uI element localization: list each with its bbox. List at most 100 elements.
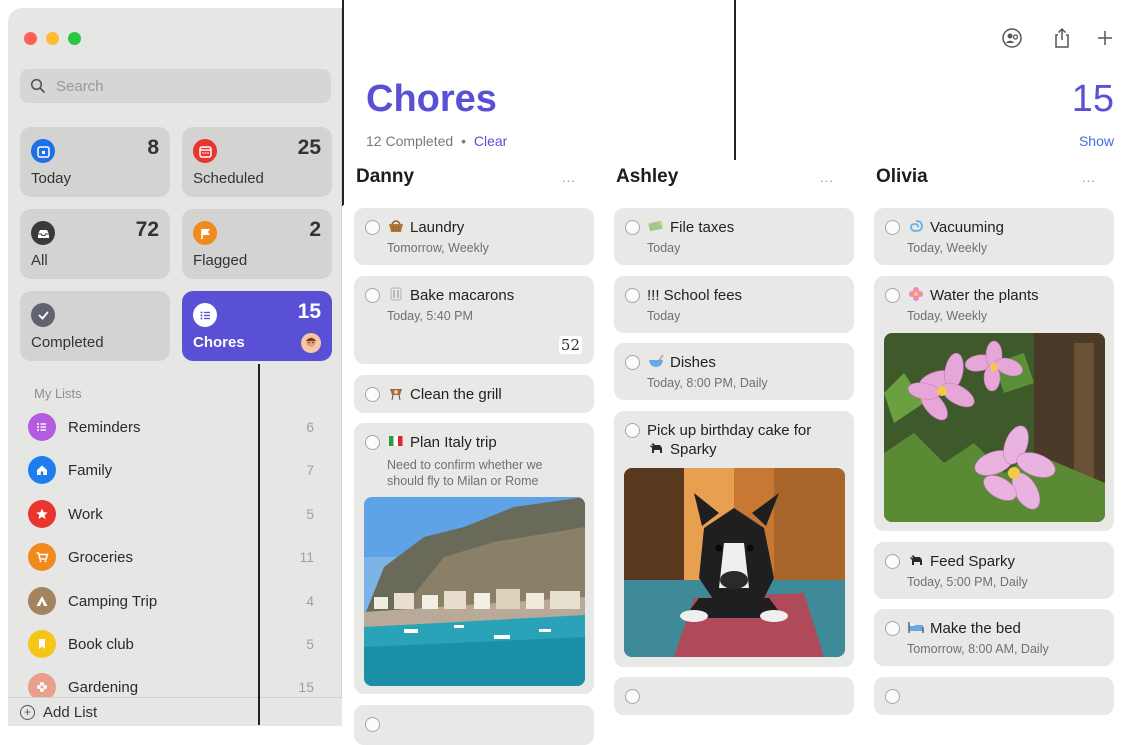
task-card[interactable]: Clean the grill bbox=[354, 375, 594, 413]
list-name: Work bbox=[68, 505, 103, 523]
task-subtitle: Today, 5:00 PM, Daily bbox=[907, 575, 1028, 589]
complete-checkbox[interactable] bbox=[885, 288, 900, 303]
complete-checkbox[interactable] bbox=[625, 288, 640, 303]
add-reminder-button[interactable] bbox=[1093, 26, 1117, 50]
my-lists-header: My Lists bbox=[34, 386, 82, 401]
task-card[interactable]: File taxes Today bbox=[614, 208, 854, 265]
smart-list-label: Completed bbox=[31, 334, 104, 351]
callout-line-sidebar bbox=[342, 0, 344, 205]
flowers-photo[interactable] bbox=[884, 333, 1105, 522]
task-note: Need to confirm whether we should fly to… bbox=[387, 458, 543, 488]
separator-dot: • bbox=[461, 133, 466, 149]
complete-checkbox[interactable] bbox=[885, 220, 900, 235]
column-more-button[interactable]: ... bbox=[1082, 170, 1096, 185]
complete-checkbox[interactable] bbox=[365, 387, 380, 402]
calendar-badge: 52 bbox=[558, 336, 582, 354]
task-card[interactable]: Laundry Tomorrow, Weekly bbox=[354, 208, 594, 265]
column-header-ashley: Ashley bbox=[616, 166, 679, 187]
share-with-people-button[interactable] bbox=[1000, 26, 1024, 50]
clear-completed-button[interactable]: Clear bbox=[474, 133, 507, 149]
smart-list-label: Today bbox=[31, 170, 72, 187]
complete-checkbox[interactable] bbox=[625, 220, 640, 235]
task-title: Plan Italy trip bbox=[410, 434, 497, 451]
list-item-reminders[interactable]: Reminders 6 bbox=[28, 409, 326, 445]
calendar-icon bbox=[31, 139, 55, 163]
task-card[interactable]: Vacuuming Today, Weekly bbox=[874, 208, 1114, 265]
completed-summary: 12 Completed • Clear bbox=[366, 133, 507, 149]
column-more-button[interactable]: ... bbox=[820, 170, 834, 185]
money-icon bbox=[648, 220, 663, 232]
complete-checkbox[interactable] bbox=[625, 355, 640, 370]
dog-photo[interactable] bbox=[624, 468, 845, 657]
smart-list-label: Chores bbox=[193, 334, 245, 351]
list-item-work[interactable]: Work 5 bbox=[28, 496, 326, 532]
search-field[interactable] bbox=[20, 69, 331, 103]
tent-icon bbox=[28, 587, 56, 615]
list-name: Family bbox=[68, 461, 113, 479]
task-card-new[interactable] bbox=[614, 677, 854, 715]
task-card[interactable]: !!! School fees Today bbox=[614, 276, 854, 333]
task-title-continued: Sparky bbox=[670, 441, 717, 458]
task-card-new[interactable] bbox=[354, 705, 594, 745]
minimize-window-button[interactable] bbox=[46, 32, 59, 45]
star-icon bbox=[28, 500, 56, 528]
bed-icon bbox=[908, 622, 924, 633]
share-button[interactable] bbox=[1050, 26, 1074, 50]
shared-avatar bbox=[301, 333, 321, 353]
list-name: Book club bbox=[68, 635, 134, 653]
complete-checkbox[interactable] bbox=[625, 689, 640, 704]
smart-list-count: 72 bbox=[135, 218, 159, 241]
list-item-camping-trip[interactable]: Camping Trip 4 bbox=[28, 583, 326, 619]
search-icon bbox=[30, 78, 45, 93]
complete-checkbox[interactable] bbox=[885, 554, 900, 569]
smart-list-completed[interactable]: Completed bbox=[20, 291, 170, 361]
house-icon bbox=[28, 456, 56, 484]
column-header-danny: Danny bbox=[356, 166, 415, 187]
complete-checkbox[interactable] bbox=[885, 689, 900, 704]
smart-list-count: 25 bbox=[297, 136, 321, 159]
task-card[interactable]: Make the bed Tomorrow, 8:00 AM, Daily bbox=[874, 609, 1114, 666]
share-icon bbox=[1055, 27, 1069, 48]
task-card[interactable]: Dishes Today, 8:00 PM, Daily bbox=[614, 343, 854, 400]
complete-checkbox[interactable] bbox=[365, 220, 380, 235]
smart-list-chores[interactable]: 15 Chores bbox=[182, 291, 332, 361]
basket-icon bbox=[389, 220, 403, 232]
list-count: 5 bbox=[306, 506, 314, 522]
smart-list-label: Scheduled bbox=[193, 170, 264, 187]
complete-checkbox[interactable] bbox=[625, 423, 640, 438]
zoom-window-button[interactable] bbox=[68, 32, 81, 45]
complete-checkbox[interactable] bbox=[365, 288, 380, 303]
task-card[interactable]: Bake macarons Today, 5:40 PM 52 bbox=[354, 276, 594, 364]
task-card-new[interactable] bbox=[874, 677, 1114, 715]
smart-list-flagged[interactable]: 2 Flagged bbox=[182, 209, 332, 279]
grill-icon bbox=[390, 389, 402, 401]
list-item-groceries[interactable]: Groceries 11 bbox=[28, 539, 326, 575]
list-item-book-club[interactable]: Book club 5 bbox=[28, 626, 326, 662]
search-input[interactable] bbox=[54, 76, 318, 96]
add-list-button[interactable]: + Add List bbox=[8, 697, 342, 726]
column-more-button[interactable]: ... bbox=[562, 170, 576, 185]
fork-knife-icon bbox=[390, 287, 402, 301]
list-name: Reminders bbox=[68, 418, 141, 436]
smart-list-scheduled[interactable]: 25 Scheduled bbox=[182, 127, 332, 197]
smart-list-today[interactable]: 8 Today bbox=[20, 127, 170, 197]
italy-coast-photo[interactable] bbox=[364, 497, 585, 686]
list-icon bbox=[28, 413, 56, 441]
show-completed-button[interactable]: Show bbox=[1079, 133, 1114, 149]
task-subtitle: Today bbox=[647, 241, 681, 255]
list-title: Chores bbox=[366, 78, 497, 120]
task-title: Dishes bbox=[670, 354, 716, 371]
complete-checkbox[interactable] bbox=[885, 621, 900, 636]
task-card[interactable]: Feed Sparky Today, 5:00 PM, Daily bbox=[874, 542, 1114, 599]
bookmark-icon bbox=[28, 630, 56, 658]
close-window-button[interactable] bbox=[24, 32, 37, 45]
smart-list-all[interactable]: 72 All bbox=[20, 209, 170, 279]
task-subtitle: Today, Weekly bbox=[907, 241, 988, 255]
italy-flag-icon bbox=[389, 436, 403, 446]
list-item-family[interactable]: Family 7 bbox=[28, 452, 326, 488]
smart-list-label: Flagged bbox=[193, 252, 248, 269]
flag-icon bbox=[193, 221, 217, 245]
task-subtitle: Tomorrow, Weekly bbox=[387, 241, 489, 255]
complete-checkbox[interactable] bbox=[365, 435, 380, 450]
task-title: Bake macarons bbox=[410, 287, 515, 304]
